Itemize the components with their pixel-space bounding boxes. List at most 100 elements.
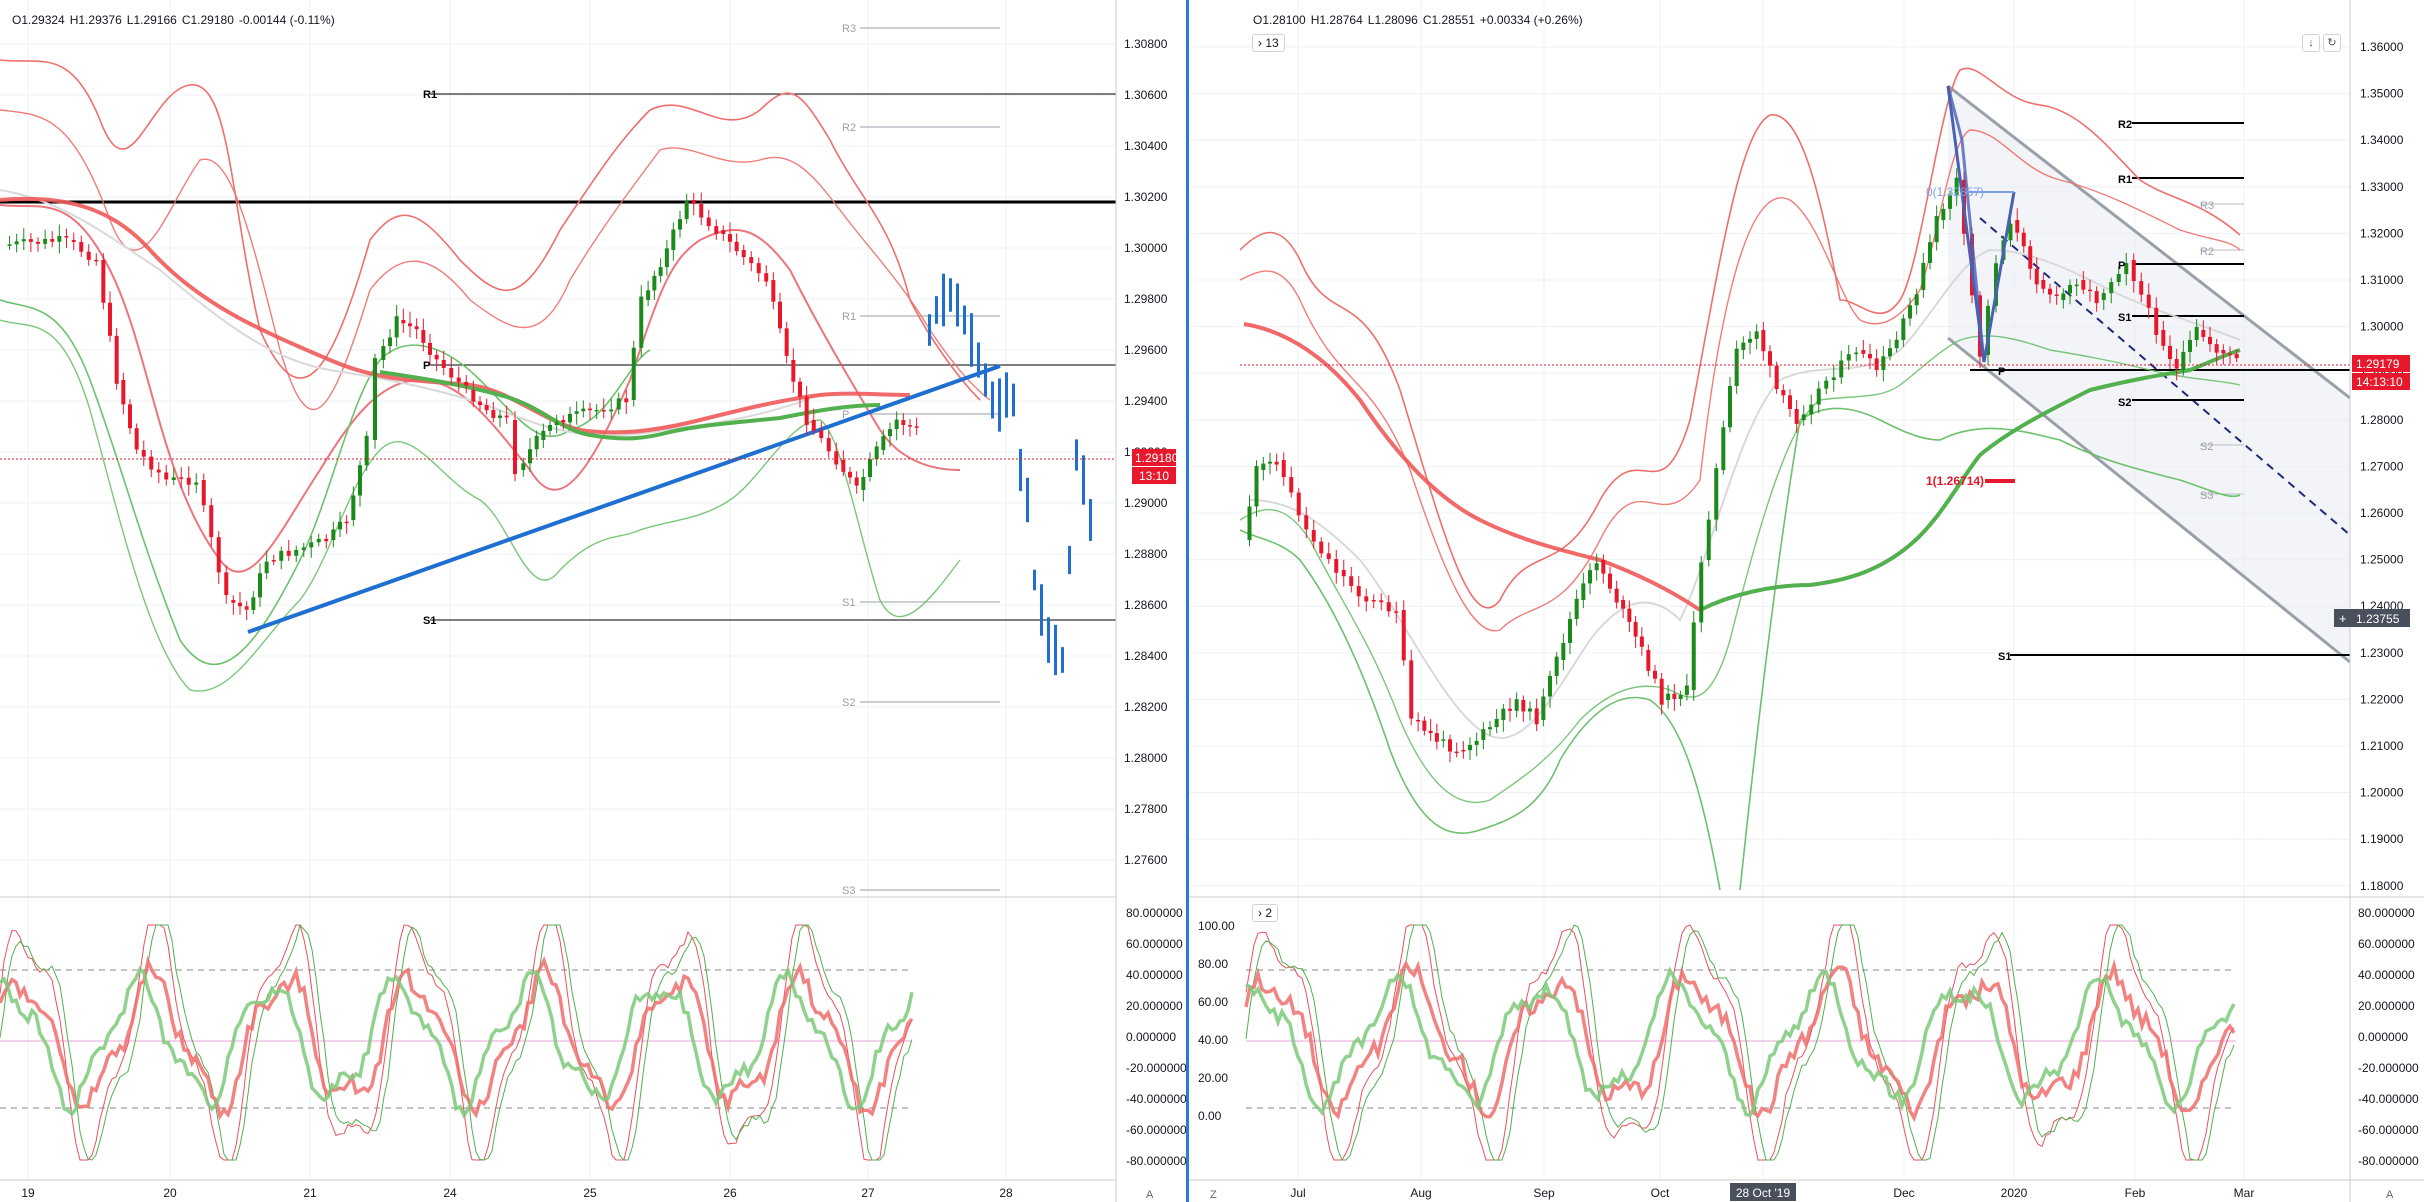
svg-text:S1: S1 [2118,312,2131,324]
candle-body [2074,284,2079,287]
refresh-icon[interactable]: ↻ [2323,34,2341,52]
right-countdown: 14:13:10 [2356,375,2403,389]
projection-bar [963,305,966,335]
candle-body [401,320,406,324]
svg-text:P: P [1998,366,2005,378]
projection-bar [1026,477,1029,523]
candle-body [43,239,48,244]
candle-body [914,426,919,428]
candle-body [528,449,532,464]
candle-body [244,606,249,610]
candle-body [2181,351,2186,370]
svg-text:S1: S1 [842,597,855,609]
right-price-tick: 1.27000 [2360,459,2404,473]
candle-body [1468,744,1472,751]
svg-text:+: + [2339,611,2347,626]
candle-body [811,420,816,431]
candle-body [2161,330,2166,346]
right-price-tick: 1.36000 [2360,40,2404,54]
candle-body [534,435,539,450]
candle-body [1319,541,1324,554]
left-time-axis[interactable]: 19 20 21 24 25 26 27 28 [21,1186,1013,1200]
candle-body [1334,559,1339,573]
candle-body [101,260,106,303]
pane-divider[interactable] [1186,0,1189,1202]
candle-body [394,316,399,338]
right-date-tick: Aug [1410,1186,1431,1200]
candle-body [381,346,386,360]
left-auto-scale-badge[interactable]: A [1146,1189,1154,1201]
candle-body [1394,611,1399,613]
svg-text:R2: R2 [2118,119,2132,131]
right-price-tick: 1.31000 [2360,273,2404,287]
candle-body [1794,408,1799,424]
right-time-axis[interactable]: Jul Aug Sep Oct 28 Oct '19 Dec 2020 Feb Mar [1290,1183,2254,1201]
right-price-tick: 1.23000 [2360,646,2404,660]
candle-body [108,302,112,336]
candle-body [609,409,614,412]
left-date-tick: 28 [999,1186,1013,1200]
svg-text:R1: R1 [2118,174,2132,186]
arrow-down-icon[interactable]: ↓ [2302,34,2320,52]
candle-body [1474,740,1479,745]
candle-body [1621,600,1626,609]
left-ohlc-legend: O1.29324 H1.29376 L1.29166 C1.29180 -0.00144… [12,13,335,27]
candle-body [1868,353,1872,359]
candle-body [2041,280,2046,289]
candle-body [1801,414,1806,420]
candle-body [2101,293,2106,300]
right-price-axis[interactable]: 1.36000 1.35000 1.34000 1.33000 1.32000 1.310… [2360,40,2404,893]
candle-body [1627,608,1632,622]
candle-body [471,390,476,402]
candle-body [2221,350,2226,354]
candle-body [121,380,126,405]
right-zoom-badge[interactable]: Z [1210,1189,1217,1201]
right-price-tick: 1.21000 [2360,739,2404,753]
candle-body [498,415,502,418]
candle-body [128,404,132,429]
projection-bar [977,342,980,378]
right-auto-scale-badge[interactable]: A [2386,1189,2394,1201]
right-price-tick: 1.22000 [2360,692,2404,706]
right-osc-toggle[interactable]: › 2 [1252,904,1279,922]
candle-body [861,476,866,490]
candle-body [57,236,62,242]
candle-body [1594,563,1599,571]
left-price-tick: 1.29000 [1124,496,1168,510]
candle-body [388,337,392,347]
projection-bar [1012,383,1015,417]
left-oscillator[interactable] [0,923,914,1161]
candle-body [258,573,262,598]
candle-body [156,469,161,473]
candle-body [1364,596,1369,602]
candle-body [1768,351,1772,366]
projection-bar [1075,439,1078,471]
candle-body [1541,696,1546,720]
right-price-tick: 1.34000 [2360,133,2404,147]
right-chart[interactable]: 0(1.32857) 1(1.26714) R2 R1 R3 R2 P S1 S… [1189,0,2424,1202]
candle-body [316,538,321,543]
left-osc-tick: -40.000000 [1126,1092,1187,1106]
left-date-tick: 25 [583,1186,597,1200]
candle-body [1754,331,1759,339]
candle-body [1861,350,1866,354]
candle-body [734,241,739,252]
candle-body [1728,386,1732,428]
right-price-tick: 1.30000 [2360,320,2404,334]
candle-body [338,521,342,530]
right-date-tick: Dec [1893,1186,1914,1200]
left-chart[interactable]: R3 R2 R1 P S1 S2 S3 R1 P S1 1.30800 1.306… [0,0,1187,1202]
right-indicators-toggle[interactable]: › 13 [1252,34,1285,52]
candle-body [721,230,726,235]
candle-body [1781,390,1786,396]
candle-body [344,521,349,524]
candle-body [141,450,146,457]
candle-body [1494,718,1499,728]
right-oscillator[interactable] [1244,924,2236,1161]
right-price-tick: 1.28000 [2360,413,2404,427]
candle-body [1561,642,1566,660]
candle-body [588,408,592,411]
candle-body [484,405,489,411]
candle-body [1831,377,1836,380]
candle-body [231,600,236,603]
